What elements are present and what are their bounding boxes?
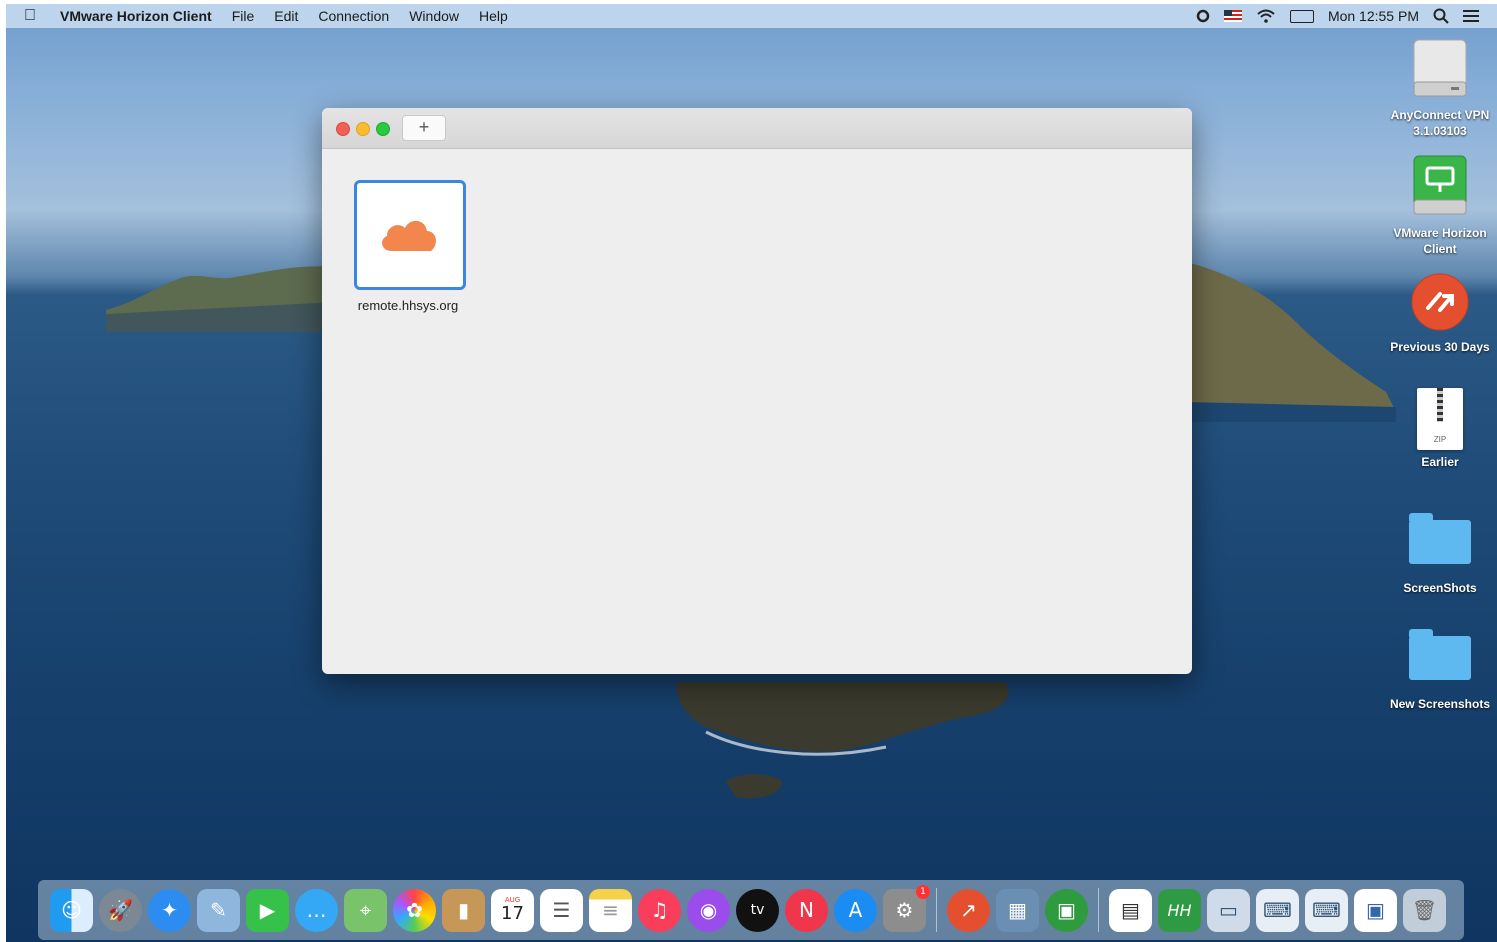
desktop-icon-screenshots[interactable]: ScreenShots: [1380, 513, 1497, 596]
horizon-hh-icon[interactable]: HH: [1158, 888, 1201, 932]
finder-icon[interactable]: ☺: [50, 888, 93, 932]
preview-doc-icon[interactable]: ▣: [1354, 888, 1397, 932]
menu-bar:  VMware Horizon Client File Edit Connec…: [6, 4, 1497, 28]
keyboard-window-icon[interactable]: ▭: [1207, 888, 1250, 932]
dock-separator: [936, 888, 937, 932]
desktop-label-anyconnect: AnyConnect VPN 3.1.03103: [1390, 108, 1490, 138]
desktop-icon-anyconnect[interactable]: AnyConnect VPN 3.1.03103: [1380, 38, 1497, 139]
add-server-button[interactable]: +: [402, 115, 446, 141]
app-name-menu[interactable]: VMware Horizon Client: [60, 8, 212, 24]
remote-desktop-icon: [1411, 273, 1469, 331]
keyboard-icon-1[interactable]: ⌨: [1256, 888, 1299, 932]
settings-badge: 1: [916, 884, 930, 899]
record-icon[interactable]: [1196, 9, 1210, 23]
minimize-button[interactable]: [356, 122, 370, 136]
keyboard-icon-2[interactable]: ⌨: [1305, 888, 1348, 932]
desktop-icon-horizon[interactable]: VMware Horizon Client: [1380, 154, 1497, 257]
disk-drive-icon: [1413, 39, 1467, 97]
wifi-icon[interactable]: [1256, 9, 1276, 23]
podcasts-icon[interactable]: ◉: [687, 888, 730, 932]
system-preferences-icon[interactable]: ⚙ 1: [883, 884, 930, 932]
desktop-icon-earlier[interactable]: ZIP Earlier: [1380, 388, 1497, 470]
clock[interactable]: Mon 12:55 PM: [1328, 8, 1419, 24]
menu-connection[interactable]: Connection: [318, 8, 389, 24]
image-capture-icon[interactable]: ▦: [996, 888, 1039, 932]
server-tile[interactable]: [354, 180, 466, 290]
notes-icon[interactable]: ≡: [589, 888, 632, 932]
calendar-day: 17: [501, 903, 524, 924]
flag-icon[interactable]: [1223, 10, 1242, 22]
zoom-button[interactable]: [376, 122, 390, 136]
messages-icon[interactable]: …: [295, 888, 338, 932]
island-left: [106, 266, 336, 332]
desktop-label-new-screenshots: New Screenshots: [1389, 697, 1491, 711]
battery-icon[interactable]: [1289, 9, 1314, 23]
list-icon[interactable]: [1463, 10, 1479, 22]
menu-window[interactable]: Window: [409, 8, 459, 24]
apple-tv-icon[interactable]: tv: [736, 888, 779, 932]
zip-file-icon: ZIP: [1417, 388, 1463, 450]
news-icon[interactable]: N: [785, 888, 828, 932]
dock-separator: [1098, 888, 1099, 932]
menu-file[interactable]: File: [232, 8, 255, 24]
window-titlebar[interactable]: +: [322, 108, 1192, 149]
calendar-icon[interactable]: AUG 17: [491, 888, 534, 932]
remote-desktop-dock-icon[interactable]: ↗: [947, 888, 990, 932]
menu-edit[interactable]: Edit: [274, 8, 298, 24]
cloud-icon: [382, 220, 436, 251]
horizon-client-window: + remote.hhsys.org: [322, 108, 1192, 674]
dock: ☺ 🚀 ✦ ✎ ▶ … ⌖ ✿ ▮ AUG 17 ☰ ≡ ♫ ◉ tv N A …: [38, 880, 1464, 940]
app-store-icon[interactable]: A: [834, 888, 877, 932]
music-icon[interactable]: ♫: [638, 888, 681, 932]
apple-icon[interactable]: : [24, 7, 46, 25]
trash-icon[interactable]: 🗑: [1403, 888, 1446, 932]
folder-icon: [1409, 513, 1471, 564]
desktop-icon-new-screenshots[interactable]: New Screenshots: [1380, 629, 1497, 712]
desktop-label-earlier: Earlier: [1421, 455, 1459, 469]
document-icon[interactable]: ▤: [1109, 888, 1152, 932]
contacts-icon[interactable]: ▮: [442, 888, 485, 932]
preview-icon[interactable]: ✎: [197, 888, 240, 932]
desktop-label-horizon: VMware Horizon Client: [1393, 226, 1487, 256]
facetime-icon[interactable]: ▶: [246, 888, 289, 932]
menu-help[interactable]: Help: [479, 8, 508, 24]
island-right: [1186, 262, 1396, 422]
close-button[interactable]: [336, 122, 350, 136]
maps-icon[interactable]: ⌖: [344, 888, 387, 932]
horizon-disk-icon: [1413, 155, 1467, 215]
island-center: [676, 682, 1009, 799]
tv-label: tv: [750, 902, 765, 918]
photos-icon[interactable]: ✿: [393, 888, 436, 932]
desktop-label-previous-30-days: Previous 30 Days: [1390, 340, 1490, 354]
safari-icon[interactable]: ✦: [148, 888, 191, 932]
reminders-icon[interactable]: ☰: [540, 888, 583, 932]
zip-label: ZIP: [1433, 435, 1447, 444]
folder-icon: [1409, 629, 1471, 680]
desktop:  VMware Horizon Client File Edit Connec…: [6, 4, 1497, 942]
search-icon[interactable]: [1433, 8, 1449, 24]
server-label[interactable]: remote.hhsys.org: [342, 298, 474, 313]
desktop-label-screenshots: ScreenShots: [1403, 581, 1477, 595]
desktop-icon-previous-30-days[interactable]: Previous 30 Days: [1380, 272, 1497, 355]
launchpad-icon[interactable]: 🚀: [99, 888, 142, 932]
horizon-client-dock-icon[interactable]: ▣: [1045, 888, 1088, 932]
